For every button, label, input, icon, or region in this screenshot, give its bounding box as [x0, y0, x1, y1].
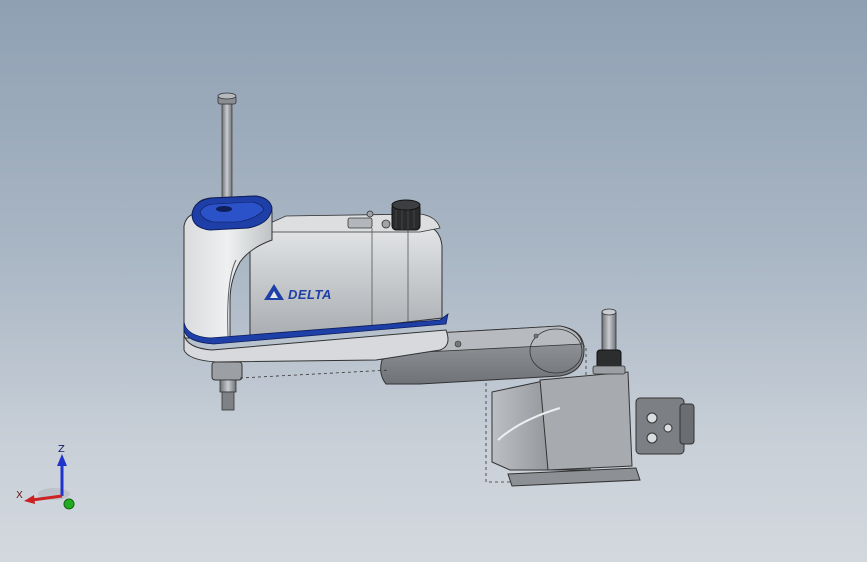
x-axis-label: X	[16, 490, 23, 501]
z-axis-arrow	[57, 454, 67, 466]
z-axis-label: Z	[58, 444, 65, 455]
cad-viewport[interactable]: DELTA Z X	[0, 0, 867, 562]
end-effector-shaft	[211, 361, 391, 411]
axis-triad: Z X	[16, 444, 75, 510]
brand-logo: DELTA	[264, 284, 332, 302]
arm-link-2-housing	[249, 199, 443, 341]
cable-connector	[635, 397, 695, 455]
brand-text: DELTA	[288, 287, 332, 302]
y-axis-marker	[63, 498, 75, 510]
x-axis-arrow	[24, 495, 35, 504]
base-cable-gland	[592, 308, 626, 375]
scara-robot-model[interactable]: DELTA	[0, 0, 867, 562]
